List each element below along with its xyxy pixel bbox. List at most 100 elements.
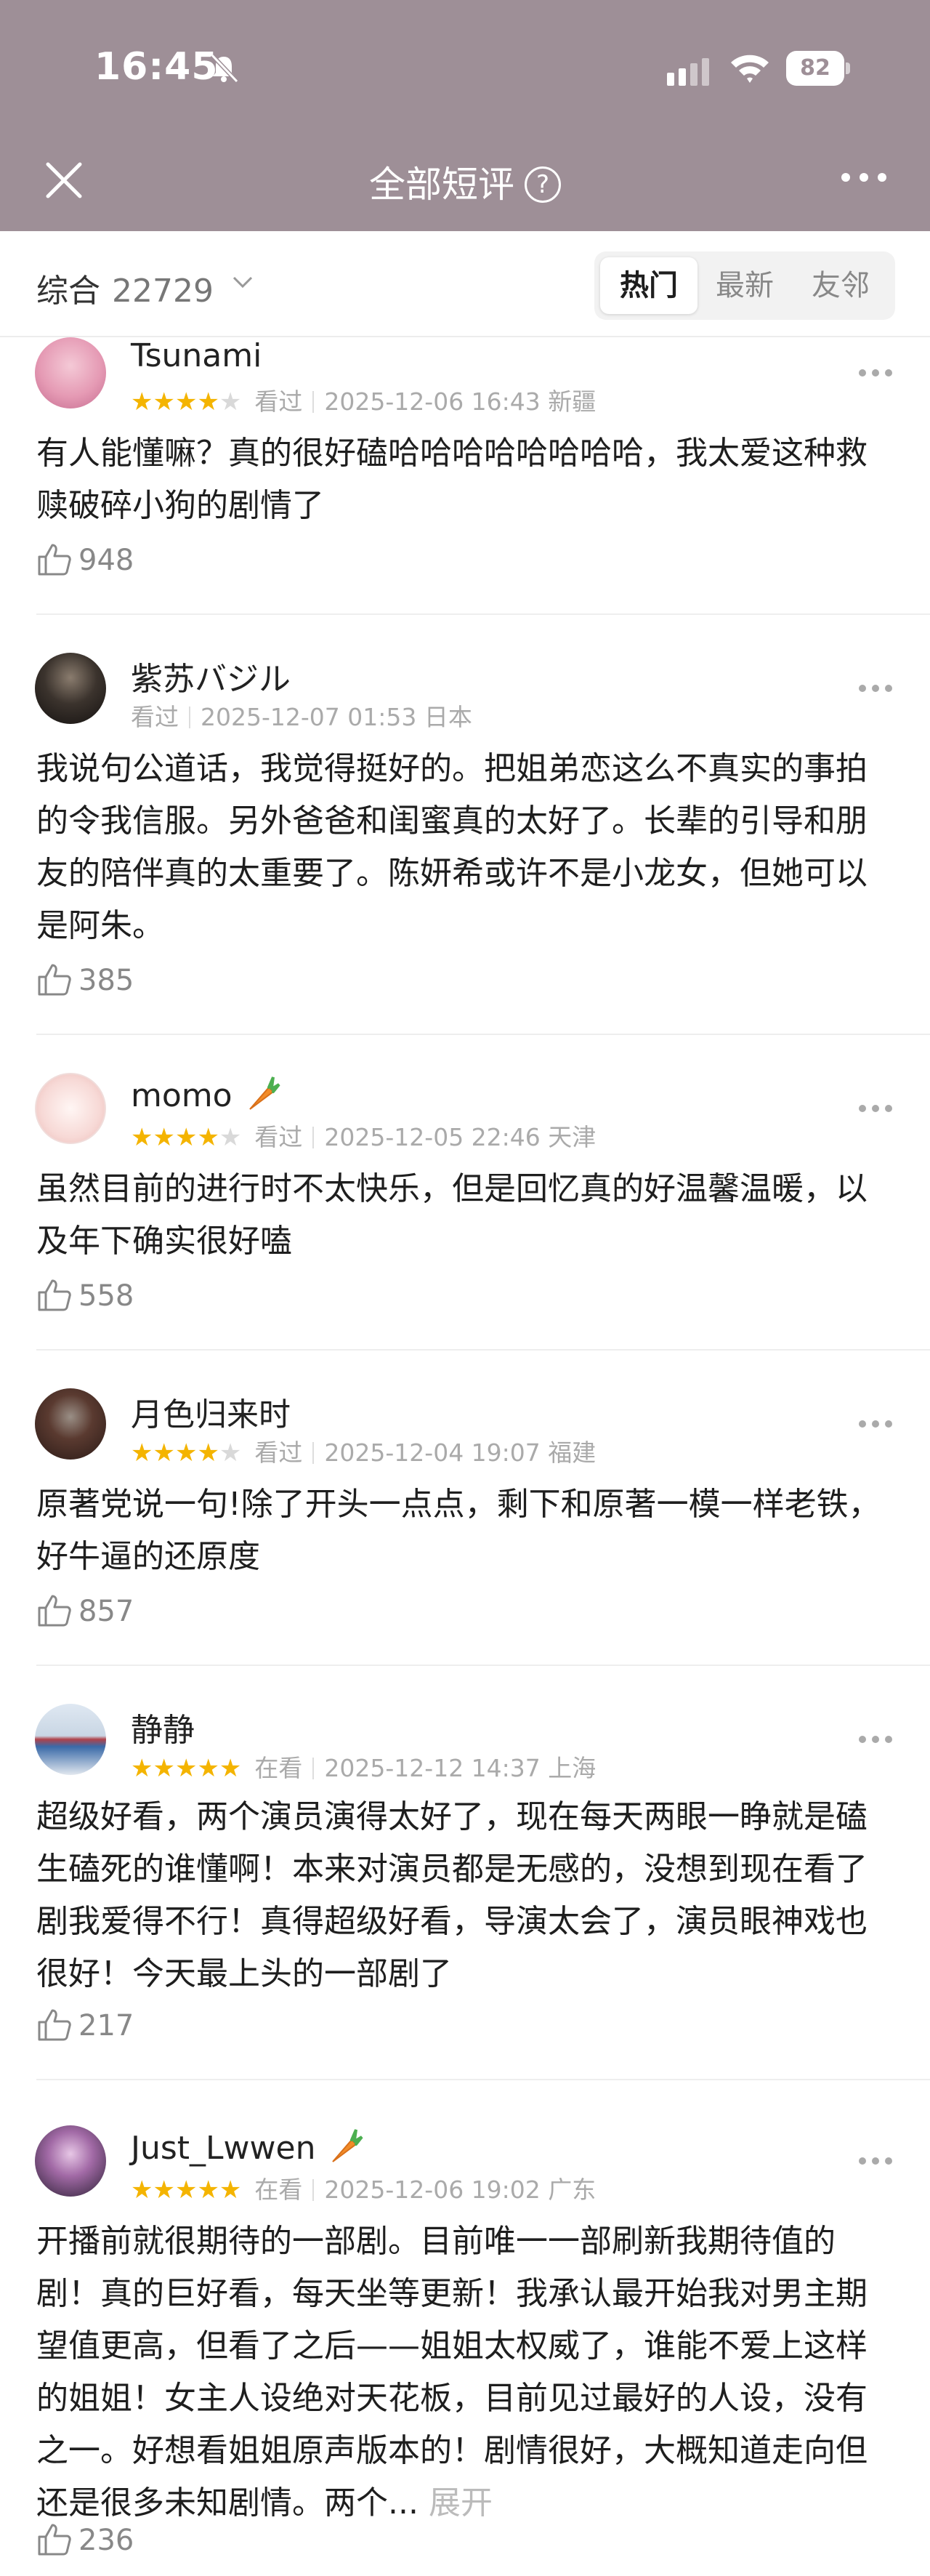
- username[interactable]: Just_Lwwen: [131, 2125, 364, 2167]
- divider: [36, 2079, 930, 2080]
- tab-latest[interactable]: 最新: [696, 257, 793, 314]
- like-button[interactable]: 558: [36, 1276, 134, 1313]
- watch-status: 看过: [131, 703, 179, 731]
- comment-location: 天津: [548, 1123, 597, 1151]
- segmented-control: 热门 最新 友邻: [594, 251, 895, 320]
- like-count: 385: [78, 964, 134, 997]
- watch-status: 在看: [254, 1754, 303, 1782]
- divider: [36, 1034, 930, 1035]
- avatar[interactable]: [35, 2125, 106, 2197]
- like-count: 948: [78, 544, 134, 577]
- like-button[interactable]: 236: [36, 2521, 134, 2557]
- expand-link[interactable]: 展开: [429, 2484, 493, 2521]
- signal-icon: [667, 58, 709, 86]
- comment-text: 超级好看，两个演员演得太好了，现在每天两眼一睁就是磕生磕死的谁懂啊！本来对演员都…: [36, 1798, 868, 1992]
- username[interactable]: Tsunami: [131, 337, 262, 374]
- page-title-text: 全部短评: [369, 164, 514, 206]
- thumb-up-icon: [38, 1279, 71, 1311]
- more-options-icon[interactable]: [857, 1419, 894, 1429]
- carrot-badge-icon: [248, 1076, 280, 1110]
- username[interactable]: 静静: [131, 1704, 195, 1750]
- username[interactable]: 紫苏バジル: [131, 653, 291, 699]
- thumb-up-icon: [38, 964, 71, 996]
- username[interactable]: momo: [131, 1073, 280, 1114]
- status-bar: 16:45 82: [0, 0, 930, 138]
- avatar[interactable]: [35, 1073, 106, 1144]
- username[interactable]: 月色归来时: [131, 1388, 291, 1435]
- divider: [36, 1349, 930, 1351]
- watch-status: 看过: [254, 1123, 303, 1151]
- more-options-icon[interactable]: [857, 2156, 894, 2166]
- thumb-up-icon: [38, 2524, 71, 2556]
- avatar[interactable]: [35, 337, 106, 408]
- username-text: momo: [131, 1077, 232, 1114]
- comment-datetime: 2025-12-12 14:37: [324, 1754, 541, 1782]
- tab-hot[interactable]: 热门: [600, 257, 698, 314]
- sort-dropdown[interactable]: 综合 22729: [36, 265, 214, 311]
- comment-meta: ★★★★★ 看过 2025-12-04 19:07 福建: [131, 1433, 596, 1468]
- avatar[interactable]: [35, 1704, 106, 1775]
- like-button[interactable]: 217: [36, 2006, 134, 2042]
- star-rating: ★★★★★: [131, 2175, 242, 2205]
- chevron-down-icon[interactable]: [231, 273, 254, 291]
- star-rating: ★★★★★: [131, 387, 242, 416]
- watch-status: 看过: [254, 1438, 303, 1467]
- comment-text: 原著党说一句!除了开头一点点，剩下和原著一模一样老铁，好牛逼的还原度: [36, 1486, 881, 1575]
- sort-label: 综合: [36, 273, 100, 310]
- like-button[interactable]: 857: [36, 1592, 134, 1628]
- avatar[interactable]: [35, 653, 106, 724]
- comment-meta: ★★★★★ 看过 2025-12-05 22:46 天津: [131, 1118, 596, 1153]
- like-button[interactable]: 385: [36, 961, 134, 997]
- comment-text: 虽然目前的进行时不太快乐，但是回忆真的好温馨温暖，以及年下确实很好嗑: [36, 1170, 868, 1260]
- thumb-up-icon: [38, 1595, 71, 1627]
- more-icon[interactable]: [838, 170, 889, 185]
- comment-meta: ★★★★★ 在看 2025-12-06 19:02 广东: [131, 2170, 596, 2205]
- comment-location: 新疆: [548, 387, 597, 416]
- comment-datetime: 2025-12-06 19:02: [324, 2175, 541, 2204]
- more-options-icon[interactable]: [857, 368, 894, 378]
- comment-datetime: 2025-12-06 16:43: [324, 387, 541, 416]
- like-count: 236: [78, 2524, 134, 2557]
- like-count: 217: [78, 2009, 134, 2042]
- comment-meta: 看过 2025-12-07 01:53 日本: [131, 698, 472, 733]
- header: 16:45 82 全部短评?: [0, 0, 930, 231]
- comment-text: 我说句公道话，我觉得挺好的。把姐弟恋这么不真实的事拍的令我信服。另外爸爸和闺蜜真…: [36, 750, 868, 944]
- watch-status: 看过: [254, 387, 303, 416]
- thumb-up-icon: [38, 544, 71, 576]
- comment-datetime: 2025-12-07 01:53: [201, 703, 417, 731]
- status-time: 16:45: [94, 45, 219, 89]
- help-icon[interactable]: ?: [525, 166, 561, 203]
- watch-status: 在看: [254, 2175, 303, 2204]
- comment-text-body: 开播前就很期待的一部剧。目前唯一一部刷新我期待值的剧！真的巨好看，每天坐等更新！…: [36, 2223, 868, 2521]
- star-rating: ★★★★★: [131, 1123, 242, 1152]
- like-button[interactable]: 948: [36, 541, 134, 577]
- username-text: Just_Lwwen: [131, 2130, 316, 2167]
- page-title: 全部短评?: [0, 156, 930, 208]
- more-options-icon[interactable]: [857, 683, 894, 693]
- star-rating: ★★★★★: [131, 1754, 242, 1783]
- filter-bar: 综合 22729 热门 最新 友邻: [0, 231, 930, 337]
- star-rating: ★★★★★: [131, 1438, 242, 1468]
- comment-meta: ★★★★★ 在看 2025-12-12 14:37 上海: [131, 1749, 596, 1784]
- review-count: 22729: [112, 273, 214, 310]
- carrot-badge-icon: [332, 2129, 364, 2162]
- battery-icon: 82: [786, 51, 852, 86]
- more-options-icon[interactable]: [857, 1103, 894, 1114]
- comment-location: 福建: [548, 1438, 597, 1467]
- comment-location: 日本: [424, 703, 472, 731]
- nav-bar: 全部短评?: [0, 138, 930, 231]
- tab-friends[interactable]: 友邻: [792, 257, 889, 314]
- like-count: 558: [78, 1279, 134, 1313]
- comment-datetime: 2025-12-05 22:46: [324, 1123, 541, 1151]
- divider: [36, 1665, 930, 1666]
- comment-location: 上海: [548, 1754, 597, 1782]
- comment-location: 广东: [548, 2175, 597, 2204]
- comment-text: 有人能懂嘛？真的很好磕哈哈哈哈哈哈哈哈，我太爱这种救赎破碎小狗的剧情了: [36, 435, 868, 524]
- thumb-up-icon: [38, 2009, 71, 2041]
- avatar[interactable]: [35, 1388, 106, 1460]
- comment-text: 开播前就很期待的一部剧。目前唯一一部刷新我期待值的剧！真的巨好看，每天坐等更新！…: [36, 2215, 894, 2529]
- like-count: 857: [78, 1595, 134, 1628]
- bell-muted-icon: [210, 53, 239, 84]
- more-options-icon[interactable]: [857, 1734, 894, 1744]
- comment-datetime: 2025-12-04 19:07: [324, 1438, 541, 1467]
